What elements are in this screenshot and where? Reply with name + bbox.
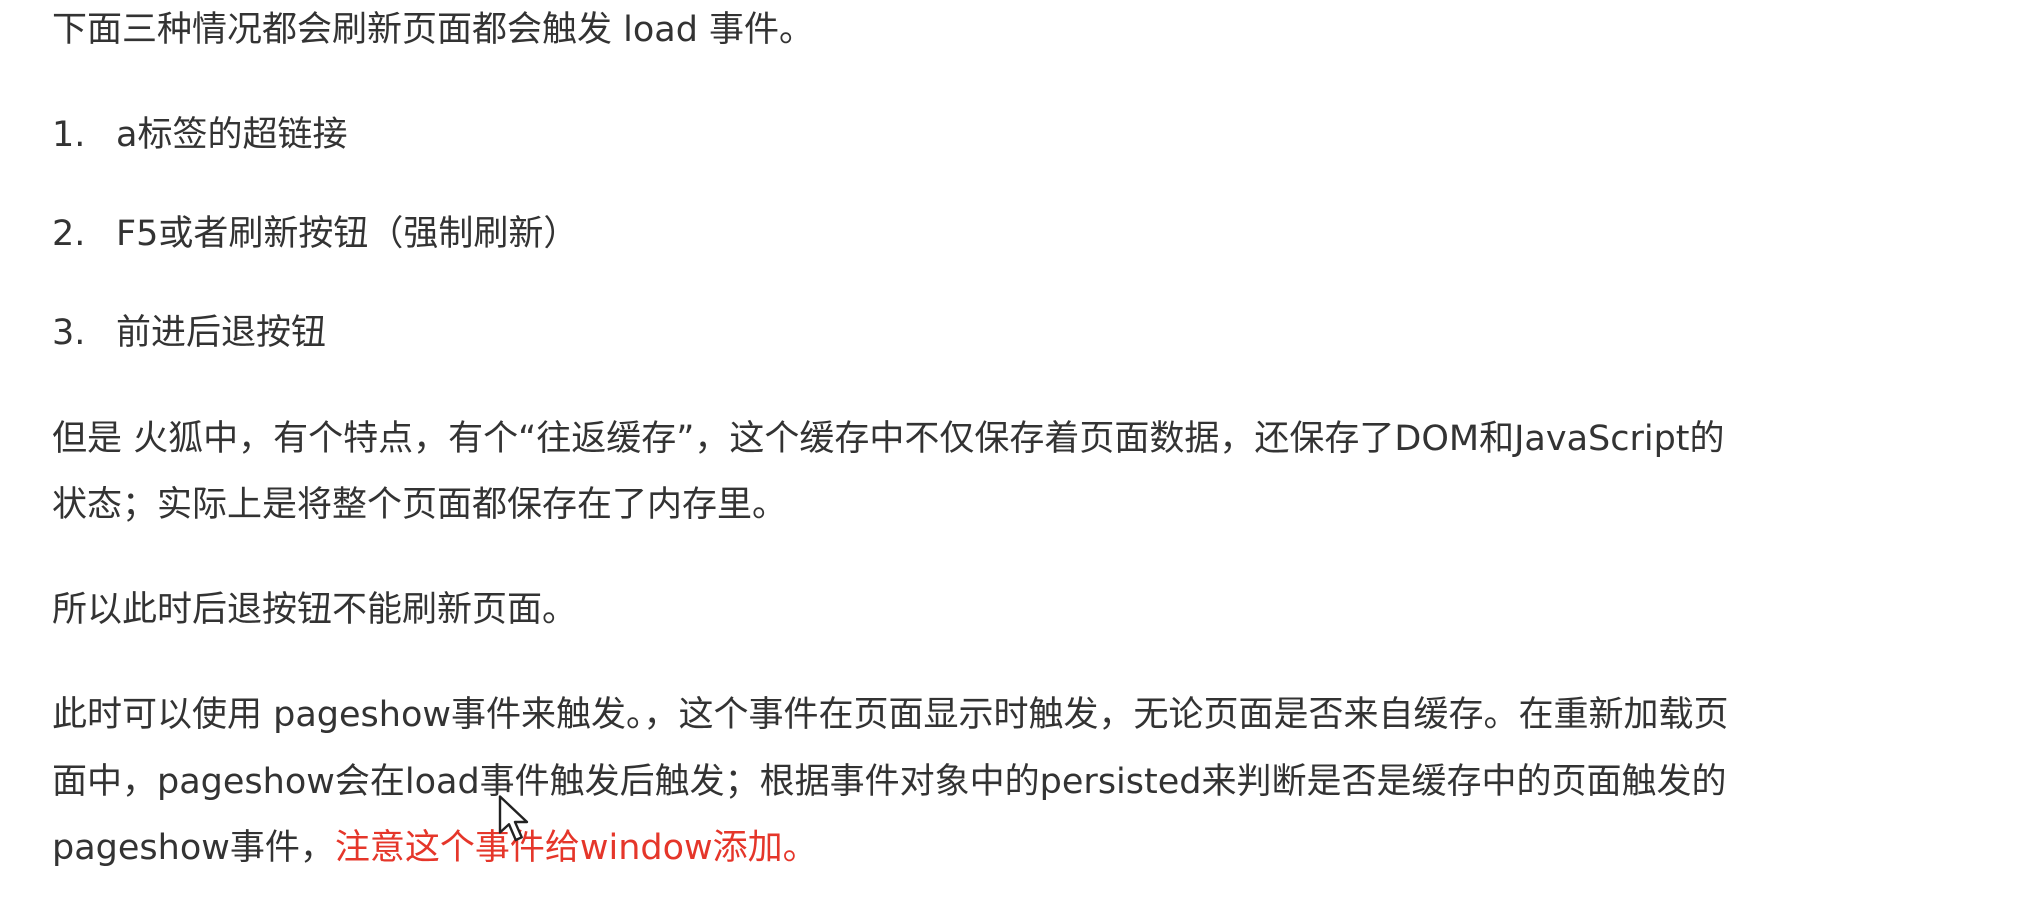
list-number: 2.: [52, 214, 86, 254]
pageshow-paragraph-line-1: 此时可以使用 pageshow事件来触发。，这个事件在页面显示时触发，无论页面是…: [52, 695, 1729, 735]
firefox-paragraph-line-2: 状态；实际上是将整个页面都保存在了内存里。: [52, 485, 788, 525]
list-text: 前进后退按钮: [116, 313, 327, 353]
firefox-paragraph-line-1: 但是 火狐中，有个特点，有个“往返缓存”，这个缓存中不仅保存着页面数据，还保存了…: [52, 419, 1725, 459]
pageshow-plain-text: pageshow事件，: [52, 828, 335, 868]
list-item: 1. a标签的超链接: [52, 113, 347, 157]
list-item: 2. F5或者刷新按钮（强制刷新）: [52, 212, 578, 256]
pageshow-highlight-text: 注意这个事件给window添加。: [334, 828, 818, 868]
pageshow-paragraph-line-3: pageshow事件，注意这个事件给window添加。: [52, 826, 818, 870]
list-item: 3. 前进后退按钮: [52, 311, 326, 355]
mouse-pointer-icon: [498, 795, 529, 842]
back-button-paragraph: 所以此时后退按钮不能刷新页面。: [52, 590, 578, 630]
list-text: a标签的超链接: [116, 115, 348, 155]
pageshow-paragraph-line-2: 面中，pageshow会在load事件触发后触发；根据事件对象中的persist…: [52, 762, 1727, 802]
list-text: F5或者刷新按钮（强制刷新）: [116, 214, 579, 254]
list-number: 1.: [52, 115, 86, 155]
intro-paragraph: 下面三种情况都会刷新页面都会触发 load 事件。: [52, 10, 815, 50]
list-number: 3.: [52, 313, 86, 353]
